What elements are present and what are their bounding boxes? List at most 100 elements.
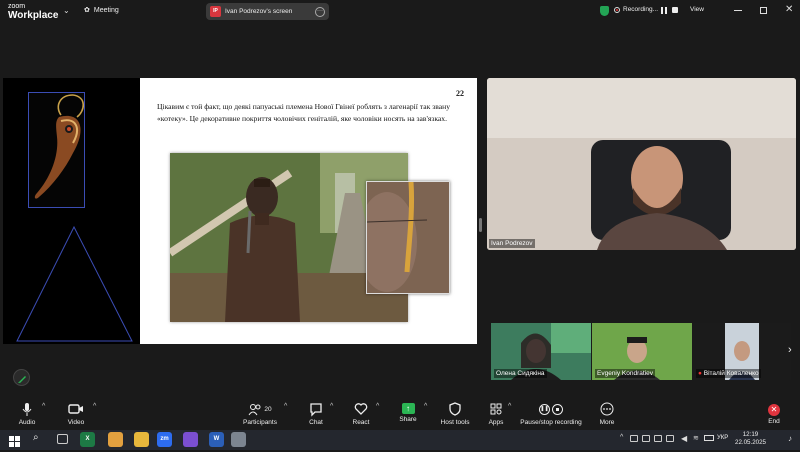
pause-recording-icon[interactable] (661, 7, 667, 14)
slide-thumbnail-image (28, 92, 85, 208)
more-label: More (599, 419, 615, 426)
chat-button[interactable]: Chat (305, 401, 327, 426)
chat-label: Chat (309, 419, 323, 426)
file-explorer-icon[interactable] (134, 432, 149, 447)
apps-button[interactable]: Apps (486, 401, 506, 426)
security-shield-icon[interactable] (600, 6, 609, 16)
chevron-up-icon[interactable]: ^ (620, 434, 623, 441)
tray-icon[interactable] (654, 435, 662, 442)
chrome-icon[interactable] (108, 432, 123, 447)
notification-bell-icon[interactable]: ♪ (788, 434, 792, 443)
split-view-handle[interactable] (479, 218, 482, 232)
chevron-up-icon[interactable]: ^ (508, 403, 511, 410)
participants-icon: 20 (240, 401, 280, 417)
react-button[interactable]: React (349, 401, 373, 426)
slide-photo-koteka-closeup (366, 181, 450, 294)
brand-large: Workplace (8, 10, 59, 21)
chevron-up-icon[interactable]: ^ (330, 403, 333, 410)
recording-controls-icon: ❚❚ (518, 401, 584, 417)
participant-tile[interactable]: ● Віталій Коваленко (693, 323, 791, 380)
end-call-icon: ✕ (768, 404, 780, 416)
zoom-icon[interactable]: zm (157, 432, 172, 447)
participant-tile[interactable]: Олена Сидякіна (491, 323, 591, 380)
clock-time: 12:19 (742, 431, 759, 438)
shield-icon (449, 402, 461, 416)
taskbar-clock[interactable]: 12:19 22.05.2025 (735, 431, 766, 447)
recording-control-label: Pause/stop recording (520, 419, 582, 426)
slide-page-number: 22 (456, 89, 464, 98)
video-button[interactable]: Video (62, 401, 90, 426)
apps-icon (490, 403, 502, 415)
battery-icon[interactable] (704, 435, 714, 441)
participants-label: Participants (243, 419, 277, 426)
annotate-pencil-icon[interactable] (13, 369, 30, 386)
excel-icon[interactable]: X (80, 432, 95, 447)
end-meeting-button[interactable]: ✕ End (763, 401, 785, 425)
recording-label: Recording... (623, 6, 659, 13)
presenter-badge: IP (210, 6, 221, 17)
slide-triangle-decoration (16, 225, 133, 342)
tray-icon[interactable] (630, 435, 638, 442)
participants-count: 20 (264, 405, 272, 413)
host-tools-button[interactable]: Host tools (438, 401, 472, 426)
clock-date: 22.05.2025 (735, 439, 766, 446)
minimize-icon[interactable] (734, 10, 742, 11)
maximize-icon[interactable] (760, 7, 767, 14)
chevron-up-icon[interactable]: ^ (42, 403, 45, 410)
audio-label: Audio (18, 419, 36, 426)
pause-stop-recording-button[interactable]: ❚❚ Pause/stop recording (518, 401, 584, 426)
apps-label: Apps (488, 419, 504, 426)
viber-icon[interactable] (183, 432, 198, 447)
chevron-right-icon[interactable]: › (788, 344, 792, 356)
speaker-name: Ivan Podrezov (489, 239, 535, 248)
wifi-icon[interactable]: ≋ (693, 434, 699, 442)
shared-screen-title: Ivan Podrezov's screen (225, 8, 293, 15)
share-arrow-icon: ↑ (401, 403, 415, 414)
title-bar (0, 0, 800, 24)
chevron-up-icon[interactable]: ^ (93, 403, 96, 410)
windows-start-icon[interactable] (9, 434, 20, 452)
heart-icon (354, 403, 368, 415)
share-label: Share (399, 416, 417, 423)
participant-tile[interactable]: Evgeniy Kondratiev (592, 323, 692, 380)
photos-icon[interactable] (231, 432, 246, 447)
chat-icon (310, 403, 322, 417)
task-view-icon[interactable] (57, 434, 68, 444)
zoom-logo[interactable]: zoom Workplace (8, 3, 58, 21)
language-indicator[interactable]: УКР (717, 435, 728, 441)
word-icon[interactable]: W (209, 432, 224, 447)
stop-recording-icon[interactable] (672, 7, 678, 13)
mic-muted-icon: ● (698, 370, 702, 377)
host-tools-label: Host tools (440, 419, 470, 426)
shared-screen-pill[interactable]: IP Ivan Podrezov's screen ··· (206, 3, 329, 20)
video-label: Video (67, 419, 85, 426)
react-label: React (352, 419, 370, 426)
chevron-up-icon[interactable]: ^ (424, 403, 427, 410)
tray-icon[interactable] (642, 435, 650, 442)
chevron-up-icon[interactable]: ^ (376, 403, 379, 410)
camera-icon (68, 404, 83, 414)
chevron-down-icon[interactable]: ⌄ (63, 6, 70, 15)
speaker-icon[interactable]: ◀ (681, 434, 687, 443)
recording-dot-icon (614, 6, 620, 13)
more-button[interactable]: More (597, 401, 617, 426)
more-options-icon[interactable]: ··· (315, 6, 325, 17)
meeting-label: Meeting (93, 6, 119, 14)
participant-name: Evgeniy Kondratiev (595, 369, 656, 378)
paw-icon: ✿ (84, 7, 90, 14)
share-button[interactable]: ↑ Share (397, 401, 419, 423)
end-label: End (768, 418, 780, 425)
audio-button[interactable]: Audio (14, 401, 40, 426)
participant-name: Олена Сидякіна (494, 369, 547, 378)
chevron-up-icon[interactable]: ^ (284, 403, 287, 410)
search-icon[interactable]: ⌕ (33, 432, 39, 443)
brand-small: zoom (8, 3, 26, 10)
tray-icon[interactable] (666, 435, 674, 442)
participants-button[interactable]: 20 Participants (240, 401, 280, 426)
speaker-video[interactable] (487, 78, 796, 250)
microphone-icon (22, 403, 32, 416)
view-button[interactable]: View (690, 6, 704, 13)
meeting-menu[interactable]: ✿ Meeting (84, 6, 119, 15)
close-icon[interactable]: ✕ (785, 4, 793, 15)
participant-name: ● Віталій Коваленко (696, 369, 761, 378)
